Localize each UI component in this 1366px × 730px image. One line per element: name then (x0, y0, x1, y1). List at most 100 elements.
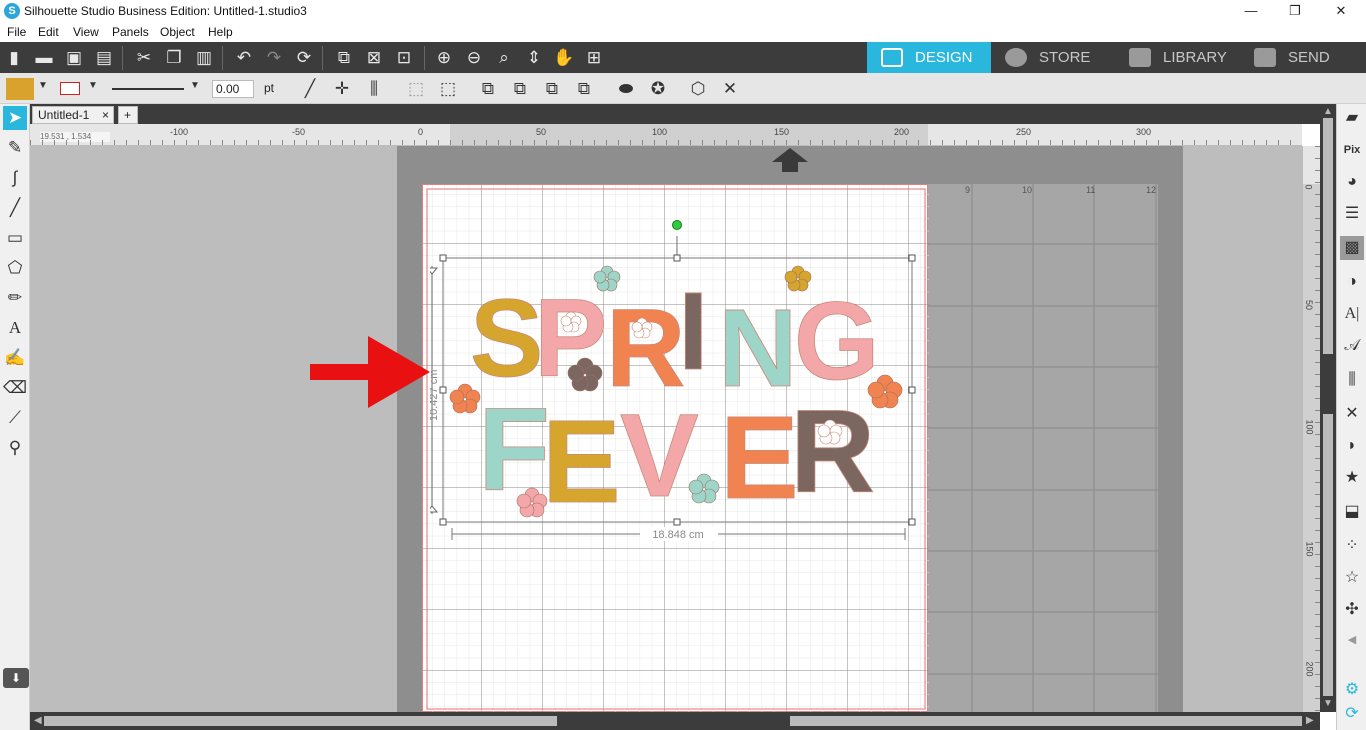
rotate-handle[interactable] (672, 220, 682, 230)
fit-to-page-icon[interactable]: ⊞ (582, 46, 606, 70)
tab-design[interactable]: DESIGN (867, 42, 991, 73)
group-icon[interactable]: ⬚ (404, 77, 428, 101)
tab-library[interactable]: LIBRARY (1115, 42, 1240, 73)
letter-g[interactable]: G (794, 280, 880, 404)
line-color-swatch[interactable] (60, 82, 80, 95)
new-file-icon[interactable]: ▮ (2, 46, 26, 70)
eraser-icon[interactable]: ⌫ (3, 376, 27, 400)
bring-to-front-icon[interactable]: ⧉ (476, 77, 500, 101)
vertical-scrollbar[interactable]: ▲ ▼ (1320, 104, 1336, 712)
zoom-in-icon[interactable]: ⊕ (432, 46, 456, 70)
select-all-icon[interactable]: ⧉ (332, 46, 356, 70)
scroll-thumb[interactable] (1321, 354, 1335, 414)
line-style-dropdown-icon[interactable]: ▼ (190, 80, 200, 91)
menu-file[interactable]: File (7, 25, 26, 39)
undo-icon[interactable]: ↶ (232, 46, 256, 70)
menu-view[interactable]: View (73, 25, 99, 39)
bring-forward-icon[interactable]: ⧉ (508, 77, 532, 101)
offset-icon[interactable]: ★ (1340, 466, 1364, 490)
gradient-icon[interactable]: ◑ (1340, 270, 1364, 294)
close-tab-icon[interactable]: × (102, 107, 109, 123)
zoom-out-icon[interactable]: ⊖ (462, 46, 486, 70)
scroll-up-icon[interactable]: ▲ (1323, 106, 1333, 117)
menu-object[interactable]: Object (160, 25, 195, 39)
cut-icon[interactable]: ✂ (132, 46, 156, 70)
settings-gear-icon[interactable]: ⚙ (1340, 678, 1364, 702)
move-icon[interactable]: ✛ (330, 77, 354, 101)
scroll-thumb[interactable] (557, 714, 790, 728)
zoom-select-icon[interactable]: ⌕ (492, 46, 516, 70)
scroll-right-icon[interactable]: ▶ (1306, 715, 1314, 726)
spring-fever-design[interactable]: 10.427 cm 18.848 cm S P R I N G F E V E … (430, 216, 930, 546)
puzzle-icon[interactable]: ✣ (1340, 598, 1364, 622)
bezier-icon[interactable]: ∫ (3, 166, 27, 190)
send-backward-icon[interactable]: ⧉ (540, 77, 564, 101)
redraw-icon[interactable]: ⟳ (292, 46, 316, 70)
letter-v[interactable]: V (620, 390, 700, 523)
transform-icon[interactable]: ⫼ (1340, 368, 1364, 392)
eyedropper-icon[interactable]: ⚲ (3, 436, 27, 460)
letter-i[interactable]: I (678, 270, 709, 394)
menu-help[interactable]: Help (208, 25, 233, 39)
fill-panel-icon[interactable]: ◕ (1340, 170, 1364, 194)
trace-icon[interactable]: ⬓ (1340, 500, 1364, 524)
fill-color-swatch[interactable] (6, 78, 34, 100)
rhinestone-icon[interactable]: ☆ (1340, 566, 1364, 590)
replicate-icon[interactable]: ✕ (1340, 402, 1364, 426)
tab-store[interactable]: STORE (991, 42, 1115, 73)
pan-hand-icon[interactable]: ✋ (552, 46, 576, 70)
pattern-fill-icon[interactable]: ▩ (1340, 236, 1364, 260)
pixscan-icon[interactable]: Pix (1340, 138, 1364, 162)
open-folder-icon[interactable]: ▬ (32, 46, 56, 70)
drag-zoom-icon[interactable]: ⇕ (522, 46, 546, 70)
line-draw-icon[interactable]: ╱ (3, 196, 27, 220)
knife-icon[interactable]: ⟋ (3, 406, 27, 430)
pencil-icon[interactable]: ✏ (3, 286, 27, 310)
polygon-icon[interactable]: ⬠ (3, 256, 27, 280)
save-icon[interactable]: ▣ (62, 46, 86, 70)
tab-untitled-1[interactable]: Untitled-1 × (32, 106, 114, 124)
modify-icon[interactable]: ◗ (1340, 434, 1364, 458)
minimize-button[interactable]: — (1228, 0, 1274, 22)
tab-send[interactable]: SEND (1240, 42, 1366, 73)
menu-edit[interactable]: Edit (38, 25, 59, 39)
sync-icon[interactable]: ⟳ (1340, 702, 1364, 726)
sketch-icon[interactable]: ⁘ (1340, 534, 1364, 558)
line-style-icon[interactable]: ☰ (1340, 202, 1364, 226)
maximize-button[interactable]: ❐ (1272, 0, 1318, 22)
ungroup-icon[interactable]: ⬚ (436, 77, 460, 101)
line-style-preview[interactable] (112, 88, 184, 90)
letter-e2[interactable]: E (720, 392, 800, 525)
select-color-icon[interactable]: ⊡ (392, 46, 416, 70)
weld-icon[interactable]: ⬬ (614, 77, 638, 101)
line-width-input[interactable]: 0.00 (212, 80, 254, 98)
letter-e[interactable]: E (542, 396, 622, 529)
library-panel-toggle-icon[interactable]: ⬇ (3, 668, 29, 688)
collapse-panel-icon[interactable]: ◀ (1340, 628, 1364, 652)
scroll-down-icon[interactable]: ▼ (1323, 698, 1333, 709)
send-to-back-icon[interactable]: ⧉ (572, 77, 596, 101)
add-tab-button[interactable]: + (118, 106, 138, 124)
text-to-path-icon[interactable]: 𝒜 (1340, 334, 1364, 358)
horizontal-scrollbar[interactable]: ◀ ▶ (30, 712, 1320, 730)
close-button[interactable]: ✕ (1318, 0, 1364, 22)
page-setup-icon[interactable]: ▰ (1340, 106, 1364, 130)
line-color-dropdown-icon[interactable]: ▼ (88, 80, 98, 91)
paste-icon[interactable]: ▥ (192, 46, 216, 70)
line-tool-icon[interactable]: ╱ (298, 77, 322, 101)
scroll-left-icon[interactable]: ◀ (34, 715, 42, 726)
copy-icon[interactable]: ❐ (162, 46, 186, 70)
star-shape-icon[interactable]: ✪ (646, 77, 670, 101)
draw-box-icon[interactable]: ✍ (3, 346, 27, 370)
edit-points-icon[interactable]: ✎ (3, 136, 27, 160)
deselect-icon[interactable]: ⊠ (362, 46, 386, 70)
fill-dropdown-icon[interactable]: ▼ (38, 80, 48, 91)
letter-s[interactable]: S (470, 277, 544, 401)
design-workspace[interactable]: 9 10 11 12 10.427 cm 18.848 cm S P R I N… (30, 146, 1302, 712)
3d-box-icon[interactable]: ⬡ (686, 77, 710, 101)
delete-x-icon[interactable]: ✕ (718, 77, 742, 101)
menu-panels[interactable]: Panels (112, 25, 149, 39)
align-icon[interactable]: ⫼ (362, 77, 386, 101)
rectangle-icon[interactable]: ▭ (3, 226, 27, 250)
redo-icon[interactable]: ↷ (262, 46, 286, 70)
